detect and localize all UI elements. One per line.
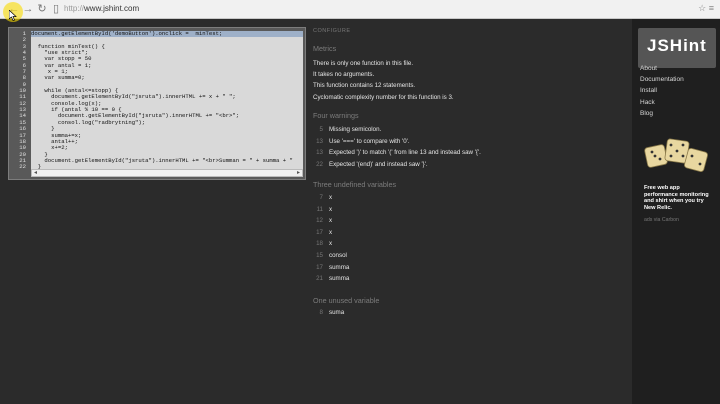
page-icon: ▯ bbox=[52, 3, 60, 15]
reload-icon[interactable]: ↻ bbox=[36, 3, 48, 15]
metrics-heading: Metrics bbox=[313, 44, 337, 53]
ad-dice-image[interactable] bbox=[640, 134, 712, 180]
warning-text: Use '===' to compare with '0'. bbox=[329, 137, 410, 145]
logo-text: JSHint bbox=[647, 36, 707, 55]
code-editor[interactable]: 1 2 3 4 5 6 7 8 9 10 11 12 13 14 15 16 17 18 19 20 21 22 docu… bbox=[8, 27, 306, 180]
unused-variable-line-number[interactable]: 8 bbox=[313, 309, 323, 316]
sidebar-link-install[interactable]: Install bbox=[640, 87, 657, 94]
undefined-variable-line-number[interactable]: 18 bbox=[313, 240, 323, 247]
undefined-variable-text: x bbox=[329, 228, 333, 236]
sidebar-link-documentation[interactable]: Documentation bbox=[640, 76, 684, 83]
browser-toolbar: ← → ↻ ▯ http://www.jshint.com ☆ ≡ bbox=[0, 0, 720, 19]
metric-line: It takes no arguments. bbox=[313, 71, 375, 79]
forward-arrow-icon[interactable]: → bbox=[22, 3, 34, 15]
metric-line: This function contains 12 statements. bbox=[313, 82, 416, 90]
undefined-variable-line-number[interactable]: 7 bbox=[313, 194, 323, 201]
url-scheme: http:// bbox=[64, 4, 85, 13]
warning-line-number[interactable]: 13 bbox=[313, 149, 323, 156]
menu-icon[interactable]: ☆ ≡ bbox=[698, 3, 714, 14]
undefined-variable-text: summa bbox=[329, 275, 350, 283]
undefined-variable-line-number[interactable]: 15 bbox=[313, 252, 323, 259]
undefined-variable-line-number[interactable]: 12 bbox=[313, 217, 323, 224]
undefined-variable-text: x bbox=[329, 205, 333, 213]
ad-text[interactable]: Free web app performance monitoring and … bbox=[644, 185, 714, 211]
warning-line-number[interactable]: 22 bbox=[313, 161, 323, 168]
url-host: www.jshint.com bbox=[84, 4, 140, 13]
warning-text: Expected ')' to match '(' from line 13 a… bbox=[329, 149, 481, 157]
configure-link[interactable]: CONFIGURE bbox=[313, 28, 351, 34]
unused-variable-text: suma bbox=[329, 309, 345, 316]
undefined-variable-line-number[interactable]: 17 bbox=[313, 229, 323, 236]
metric-line: There is only one function in this file. bbox=[313, 60, 414, 67]
mouse-pointer-icon bbox=[9, 10, 17, 21]
undefined-variable-line-number[interactable]: 17 bbox=[313, 264, 323, 271]
warning-line-number[interactable]: 5 bbox=[313, 126, 323, 133]
sidebar-link-blog[interactable]: Blog bbox=[640, 110, 653, 117]
metric-line: Cyclomatic complexity number for this fu… bbox=[313, 93, 454, 101]
line-number-gutter: 1 2 3 4 5 6 7 8 9 10 11 12 13 14 15 16 17 18 19 20 21 22 bbox=[9, 30, 26, 171]
undefined-variable-text: x bbox=[329, 240, 333, 248]
undefined-variable-text: summa bbox=[329, 263, 350, 271]
sidebar-link-hack[interactable]: Hack bbox=[640, 99, 655, 106]
sidebar-link-about[interactable]: About bbox=[640, 65, 657, 72]
undefined-variable-line-number[interactable]: 11 bbox=[313, 206, 323, 213]
warning-text: Missing semicolon. bbox=[329, 126, 382, 133]
horizontal-scrollbar[interactable]: ◂ ▸ bbox=[31, 169, 303, 177]
undefined-variable-text: x bbox=[329, 194, 333, 201]
ad-sub-link[interactable]: ads via Carbon bbox=[644, 217, 679, 223]
scroll-right-icon[interactable]: ▸ bbox=[297, 170, 300, 177]
undefined-variable-text: consol bbox=[329, 252, 347, 259]
scroll-left-icon[interactable]: ◂ bbox=[34, 170, 37, 177]
undefined-variable-text: x bbox=[329, 217, 333, 225]
sidebar: JSHint About Documentation Install Hack Blog… bbox=[632, 19, 720, 404]
warnings-heading: Four warnings bbox=[313, 111, 359, 120]
undefined-variable-line-number[interactable]: 21 bbox=[313, 275, 323, 282]
jshint-logo[interactable]: JSHint bbox=[638, 28, 716, 68]
code-area[interactable]: document.getElementById('demoButton').on… bbox=[31, 31, 303, 171]
code-line[interactable]: document.getElementById("jsruta").innerH… bbox=[31, 158, 303, 164]
undefined-heading: Three undefined variables bbox=[313, 180, 397, 189]
warning-text: Expected '(end)' and instead saw '}'. bbox=[329, 160, 428, 168]
address-bar[interactable]: http://www.jshint.com bbox=[64, 3, 139, 15]
unused-heading: One unused variable bbox=[313, 296, 380, 305]
line-number: 22 bbox=[19, 163, 26, 171]
warning-line-number[interactable]: 13 bbox=[313, 138, 323, 145]
